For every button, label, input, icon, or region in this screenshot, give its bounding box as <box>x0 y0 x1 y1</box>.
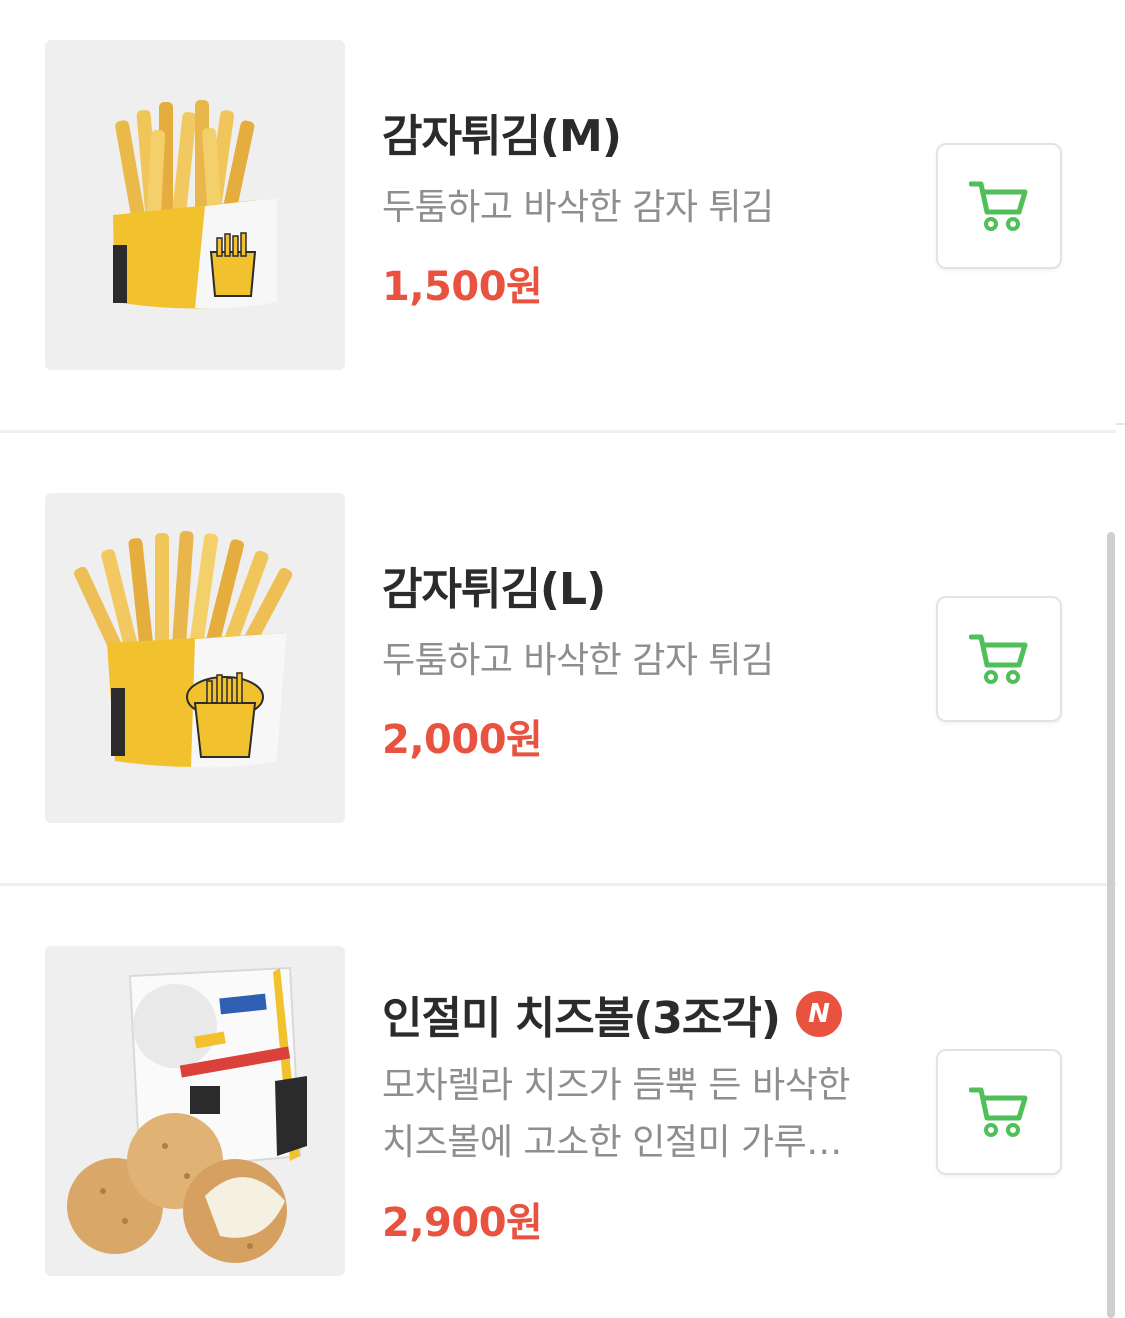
item-description: 두툼하고 바삭한 감자 튀김 <box>382 179 882 236</box>
item-divider <box>0 883 1116 886</box>
item-title: 감자튀김(L) <box>382 564 606 615</box>
add-to-cart-button[interactable] <box>936 1049 1062 1175</box>
item-title: 감자튀김(M) <box>382 111 622 162</box>
add-to-cart-button[interactable] <box>936 596 1062 722</box>
fries-medium-image[interactable] <box>45 40 345 370</box>
item-title-row: 감자튀김(M) <box>382 100 622 164</box>
item-price: 2,900원 <box>382 1200 543 1246</box>
item-description-line: 두툼하고 바삭한 감자 튀김 <box>382 187 774 228</box>
item-price: 2,000원 <box>382 717 543 763</box>
item-description: 모차렐라 치즈가 듬뿍 든 바삭한 치즈볼에 고소한 인절미 가루… <box>382 1057 882 1171</box>
cheese-ball-image[interactable] <box>45 946 345 1276</box>
add-to-cart-button[interactable] <box>936 143 1062 269</box>
item-title-row: 인절미 치즈볼(3조각) N <box>382 982 842 1046</box>
item-title: 인절미 치즈볼(3조각) <box>382 993 781 1044</box>
item-description-line: 치즈볼에 고소한 인절미 가루… <box>382 1122 842 1163</box>
item-title-row: 감자튀김(L) <box>382 553 606 617</box>
fries-large-image[interactable] <box>45 493 345 823</box>
edge-divider <box>1116 423 1125 425</box>
item-description-line: 모차렐라 치즈가 듬뿍 든 바삭한 <box>382 1065 850 1106</box>
menu-item-fries-m[interactable]: 감자튀김(M) 두툼하고 바삭한 감자 튀김 1,500원 <box>0 40 1116 370</box>
menu-item-fries-l[interactable]: 감자튀김(L) 두툼하고 바삭한 감자 튀김 2,000원 <box>0 493 1116 823</box>
cart-icon <box>969 1087 1028 1137</box>
menu-item-cheese-ball[interactable]: 인절미 치즈볼(3조각) N 모차렐라 치즈가 듬뿍 든 바삭한 치즈볼에 고소… <box>0 946 1116 1276</box>
cart-icon <box>969 181 1028 231</box>
item-divider <box>0 430 1116 433</box>
item-description-line: 두툼하고 바삭한 감자 튀김 <box>382 640 774 681</box>
new-badge: N <box>796 991 842 1037</box>
cart-icon <box>969 634 1028 684</box>
item-price: 1,500원 <box>382 264 543 310</box>
scrollbar[interactable] <box>1107 532 1115 1318</box>
item-description: 두툼하고 바삭한 감자 튀김 <box>382 632 882 689</box>
